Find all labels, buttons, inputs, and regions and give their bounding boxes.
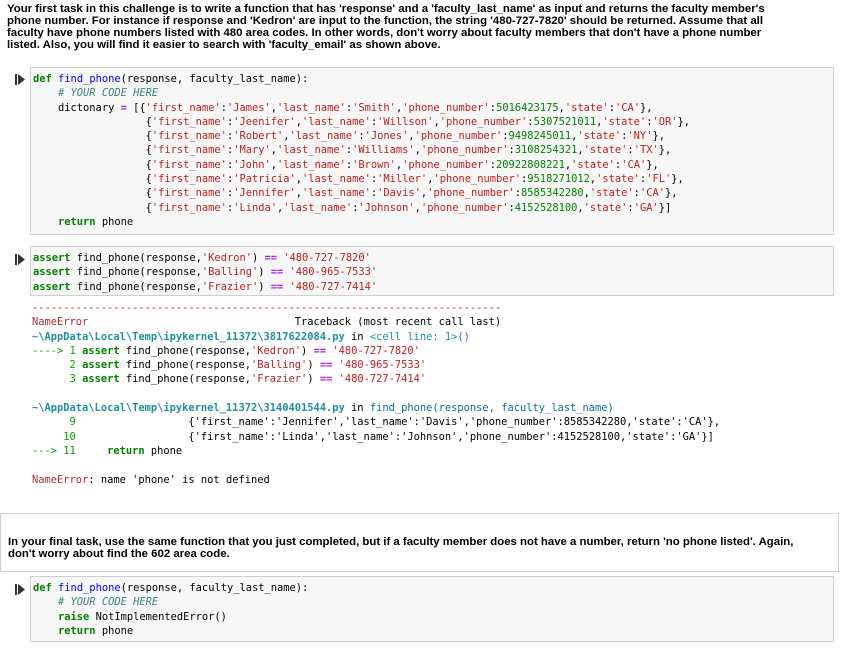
run-cell-icon[interactable] [15, 74, 25, 85]
code-cell-find-phone[interactable]: def find_phone(response, faculty_last_na… [30, 67, 834, 235]
code-cell-final[interactable]: def find_phone(response, faculty_last_na… [30, 576, 834, 642]
intro-text: Your first task in this challenge is to … [7, 3, 765, 51]
run-cell-icon[interactable] [15, 584, 25, 595]
code-editor[interactable]: def find_phone(response, faculty_last_na… [31, 68, 833, 229]
traceback-text: ----------------------------------------… [32, 302, 721, 486]
final-task-text: In your final task, use the same functio… [8, 536, 794, 560]
error-output: ----------------------------------------… [32, 301, 720, 487]
code-cell-asserts[interactable]: assert find_phone(response,'Kedron') == … [30, 246, 834, 296]
final-task-markdown[interactable]: In your final task, use the same functio… [0, 513, 839, 572]
code-editor[interactable]: def find_phone(response, faculty_last_na… [31, 577, 833, 638]
code-editor[interactable]: assert find_phone(response,'Kedron') == … [31, 247, 833, 294]
intro-markdown: Your first task in this challenge is to … [7, 3, 777, 51]
run-cell-icon[interactable] [15, 254, 25, 265]
